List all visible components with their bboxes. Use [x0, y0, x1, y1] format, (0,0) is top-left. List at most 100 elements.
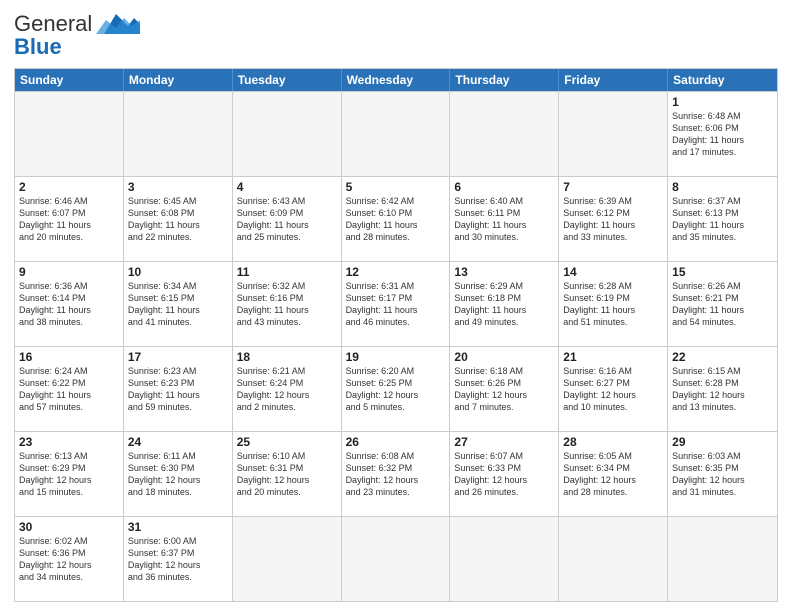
day-cell-9: 9Sunrise: 6:36 AM Sunset: 6:14 PM Daylig… — [15, 262, 124, 346]
day-number: 23 — [19, 435, 119, 449]
empty-cell — [124, 92, 233, 176]
day-cell-27: 27Sunrise: 6:07 AM Sunset: 6:33 PM Dayli… — [450, 432, 559, 516]
day-cell-14: 14 Sunrise: 6:28 AM Sunset: 6:19 PM Dayli… — [559, 262, 668, 346]
day-sun-info: Sunrise: 6:40 AM Sunset: 6:11 PM Dayligh… — [454, 196, 526, 242]
day-number: 1 — [672, 95, 773, 109]
day-number: 8 — [672, 180, 773, 194]
day-cell-22: 22Sunrise: 6:15 AM Sunset: 6:28 PM Dayli… — [668, 347, 777, 431]
day-cell-18: 18 Sunrise: 6:21 AM Sunset: 6:24 PM Dayli… — [233, 347, 342, 431]
day-cell-31: 31Sunrise: 6:00 AM Sunset: 6:37 PM Dayli… — [124, 517, 233, 601]
day-header-thursday: Thursday — [450, 69, 559, 91]
day-number: 28 — [563, 435, 663, 449]
day-header-tuesday: Tuesday — [233, 69, 342, 91]
day-number: 20 — [454, 350, 554, 364]
empty-cell — [559, 517, 668, 601]
day-number: 15 — [672, 265, 773, 279]
day-number: 24 — [128, 435, 228, 449]
day-sun-info: Sunrise: 6:15 AM Sunset: 6:28 PM Dayligh… — [672, 366, 745, 412]
day-number: 18 — [237, 350, 337, 364]
calendar-body: 1 Sunrise: 6:48 AM Sunset: 6:06 PM Daylig… — [15, 91, 777, 601]
day-sun-info: Sunrise: 6:13 AM Sunset: 6:29 PM Dayligh… — [19, 451, 92, 497]
day-sun-info: Sunrise: 6:42 AM Sunset: 6:10 PM Dayligh… — [346, 196, 418, 242]
day-sun-info: Sunrise: 6:48 AM Sunset: 6:06 PM Dayligh… — [672, 111, 744, 157]
week-row-0: 1 Sunrise: 6:48 AM Sunset: 6:06 PM Daylig… — [15, 91, 777, 176]
day-sun-info: Sunrise: 6:21 AM Sunset: 6:24 PM Dayligh… — [237, 366, 310, 412]
day-header-sunday: Sunday — [15, 69, 124, 91]
empty-cell — [233, 92, 342, 176]
day-number: 27 — [454, 435, 554, 449]
empty-cell — [342, 92, 451, 176]
day-number: 3 — [128, 180, 228, 194]
header: General Blue — [14, 10, 778, 60]
day-cell-30: 30 Sunrise: 6:02 AM Sunset: 6:36 PM Dayli… — [15, 517, 124, 601]
day-sun-info: Sunrise: 6:03 AM Sunset: 6:35 PM Dayligh… — [672, 451, 745, 497]
day-number: 26 — [346, 435, 446, 449]
day-sun-info: Sunrise: 6:29 AM Sunset: 6:18 PM Dayligh… — [454, 281, 526, 327]
day-number: 19 — [346, 350, 446, 364]
day-cell-29: 29 Sunrise: 6:03 AM Sunset: 6:35 PM Dayli… — [668, 432, 777, 516]
day-cell-24: 24 Sunrise: 6:11 AM Sunset: 6:30 PM Dayli… — [124, 432, 233, 516]
day-cell-11: 11Sunrise: 6:32 AM Sunset: 6:16 PM Dayli… — [233, 262, 342, 346]
day-sun-info: Sunrise: 6:34 AM Sunset: 6:15 PM Dayligh… — [128, 281, 200, 327]
day-sun-info: Sunrise: 6:02 AM Sunset: 6:36 PM Dayligh… — [19, 536, 92, 582]
week-row-2: 9Sunrise: 6:36 AM Sunset: 6:14 PM Daylig… — [15, 261, 777, 346]
day-number: 9 — [19, 265, 119, 279]
week-row-4: 23 Sunrise: 6:13 AM Sunset: 6:29 PM Dayli… — [15, 431, 777, 516]
logo: General Blue — [14, 10, 140, 60]
day-cell-2: 2Sunrise: 6:46 AM Sunset: 6:07 PM Daylig… — [15, 177, 124, 261]
empty-cell — [342, 517, 451, 601]
day-cell-26: 26 Sunrise: 6:08 AM Sunset: 6:32 PM Dayli… — [342, 432, 451, 516]
week-row-5: 30 Sunrise: 6:02 AM Sunset: 6:36 PM Dayli… — [15, 516, 777, 601]
day-number: 17 — [128, 350, 228, 364]
logo-blue-text: Blue — [14, 34, 62, 60]
calendar: SundayMondayTuesdayWednesdayThursdayFrid… — [14, 68, 778, 602]
day-number: 16 — [19, 350, 119, 364]
day-number: 31 — [128, 520, 228, 534]
day-number: 5 — [346, 180, 446, 194]
day-cell-4: 4Sunrise: 6:43 AM Sunset: 6:09 PM Daylig… — [233, 177, 342, 261]
logo-icon — [96, 10, 140, 38]
day-sun-info: Sunrise: 6:11 AM Sunset: 6:30 PM Dayligh… — [128, 451, 201, 497]
day-header-friday: Friday — [559, 69, 668, 91]
day-header-monday: Monday — [124, 69, 233, 91]
page: General Blue SundayMondayTuesdayWednesda… — [0, 0, 792, 612]
day-cell-12: 12Sunrise: 6:31 AM Sunset: 6:17 PM Dayli… — [342, 262, 451, 346]
day-cell-25: 25Sunrise: 6:10 AM Sunset: 6:31 PM Dayli… — [233, 432, 342, 516]
day-cell-10: 10Sunrise: 6:34 AM Sunset: 6:15 PM Dayli… — [124, 262, 233, 346]
empty-cell — [668, 517, 777, 601]
day-number: 29 — [672, 435, 773, 449]
day-number: 11 — [237, 265, 337, 279]
day-sun-info: Sunrise: 6:31 AM Sunset: 6:17 PM Dayligh… — [346, 281, 418, 327]
day-sun-info: Sunrise: 6:24 AM Sunset: 6:22 PM Dayligh… — [19, 366, 91, 412]
day-sun-info: Sunrise: 6:23 AM Sunset: 6:23 PM Dayligh… — [128, 366, 200, 412]
day-cell-19: 19 Sunrise: 6:20 AM Sunset: 6:25 PM Dayli… — [342, 347, 451, 431]
day-number: 30 — [19, 520, 119, 534]
empty-cell — [450, 517, 559, 601]
day-cell-21: 21 Sunrise: 6:16 AM Sunset: 6:27 PM Dayli… — [559, 347, 668, 431]
day-number: 7 — [563, 180, 663, 194]
week-row-3: 16 Sunrise: 6:24 AM Sunset: 6:22 PM Dayli… — [15, 346, 777, 431]
empty-cell — [233, 517, 342, 601]
day-sun-info: Sunrise: 6:20 AM Sunset: 6:25 PM Dayligh… — [346, 366, 419, 412]
empty-cell — [559, 92, 668, 176]
day-sun-info: Sunrise: 6:28 AM Sunset: 6:19 PM Dayligh… — [563, 281, 635, 327]
day-sun-info: Sunrise: 6:37 AM Sunset: 6:13 PM Dayligh… — [672, 196, 744, 242]
day-header-saturday: Saturday — [668, 69, 777, 91]
empty-cell — [15, 92, 124, 176]
day-cell-16: 16 Sunrise: 6:24 AM Sunset: 6:22 PM Dayli… — [15, 347, 124, 431]
calendar-header: SundayMondayTuesdayWednesdayThursdayFrid… — [15, 69, 777, 91]
day-cell-5: 5 Sunrise: 6:42 AM Sunset: 6:10 PM Daylig… — [342, 177, 451, 261]
day-cell-13: 13Sunrise: 6:29 AM Sunset: 6:18 PM Dayli… — [450, 262, 559, 346]
day-sun-info: Sunrise: 6:10 AM Sunset: 6:31 PM Dayligh… — [237, 451, 310, 497]
day-sun-info: Sunrise: 6:16 AM Sunset: 6:27 PM Dayligh… — [563, 366, 636, 412]
day-number: 21 — [563, 350, 663, 364]
day-cell-8: 8 Sunrise: 6:37 AM Sunset: 6:13 PM Daylig… — [668, 177, 777, 261]
day-cell-6: 6 Sunrise: 6:40 AM Sunset: 6:11 PM Daylig… — [450, 177, 559, 261]
day-number: 14 — [563, 265, 663, 279]
day-cell-17: 17 Sunrise: 6:23 AM Sunset: 6:23 PM Dayli… — [124, 347, 233, 431]
day-number: 4 — [237, 180, 337, 194]
day-cell-23: 23 Sunrise: 6:13 AM Sunset: 6:29 PM Dayli… — [15, 432, 124, 516]
day-sun-info: Sunrise: 6:08 AM Sunset: 6:32 PM Dayligh… — [346, 451, 419, 497]
day-sun-info: Sunrise: 6:26 AM Sunset: 6:21 PM Dayligh… — [672, 281, 744, 327]
day-number: 6 — [454, 180, 554, 194]
